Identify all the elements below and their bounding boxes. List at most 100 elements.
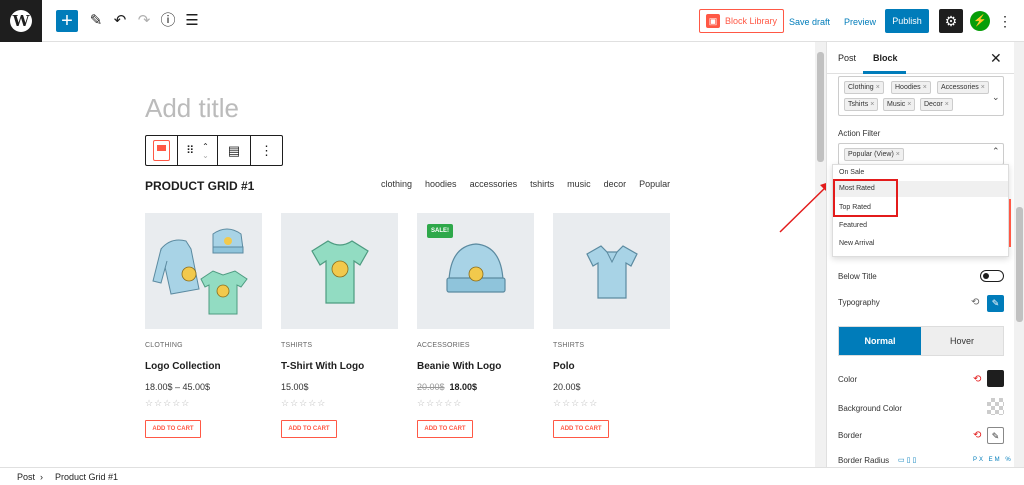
wordpress-logo-button[interactable]: W (0, 0, 42, 42)
state-tabs: Normal Hover (838, 326, 1004, 356)
rating-stars-icon: ☆☆☆☆☆ (553, 398, 599, 408)
remove-tag-icon[interactable]: × (876, 84, 880, 91)
pencil-icon[interactable]: ✎ (987, 427, 1004, 444)
reset-icon[interactable]: ⟲ (973, 374, 981, 385)
gear-icon[interactable]: ⚙ (939, 9, 963, 33)
tab-post[interactable]: Post (838, 53, 856, 63)
close-icon[interactable]: ✕ (990, 50, 1002, 67)
add-to-cart-button[interactable]: ADD TO CART (417, 420, 473, 438)
add-to-cart-button[interactable]: ADD TO CART (553, 420, 609, 438)
list-view-icon[interactable]: ☰ (183, 12, 201, 30)
product-name[interactable]: T-Shirt With Logo (281, 361, 364, 372)
dropdown-scrollbar[interactable] (1009, 199, 1011, 247)
remove-tag-icon[interactable]: × (923, 84, 927, 91)
reset-icon[interactable]: ⟲ (973, 430, 981, 441)
remove-tag-icon[interactable]: × (907, 101, 911, 108)
desktop-icon[interactable]: ▭ (898, 457, 907, 464)
unit-selector[interactable]: PX EM % (973, 457, 1013, 463)
block-options-button[interactable]: ⋮ (251, 136, 282, 165)
category-tag[interactable]: Music × (883, 98, 916, 111)
add-to-cart-button[interactable]: ADD TO CART (281, 420, 337, 438)
filter-popular[interactable]: Popular (639, 179, 670, 189)
option-on-sale[interactable]: On Sale (839, 169, 864, 176)
add-block-button[interactable]: + (56, 10, 78, 32)
tab-hover[interactable]: Hover (921, 327, 1003, 355)
color-swatch[interactable] (987, 370, 1004, 387)
option-new-arrival[interactable]: New Arrival (839, 240, 874, 247)
info-icon[interactable]: ⓘ (159, 12, 177, 30)
canvas-scrollbar[interactable] (815, 42, 826, 467)
category-tag[interactable]: Accessories × (937, 81, 989, 94)
product-name[interactable]: Polo (553, 361, 575, 372)
tab-block[interactable]: Block (873, 53, 898, 63)
redo-icon[interactable]: ↷ (135, 12, 153, 30)
tab-normal[interactable]: Normal (839, 327, 921, 355)
category-tag[interactable]: Decor × (920, 98, 953, 111)
product-image[interactable] (553, 213, 670, 329)
product-sale-price: 18.00$ (449, 382, 478, 392)
product-price-value: 15.00$ (281, 382, 309, 392)
sidebar-scrollbar-thumb[interactable] (1016, 207, 1023, 322)
breadcrumb: Post › Product Grid #1 (0, 467, 1024, 485)
remove-tag-icon[interactable]: × (945, 101, 949, 108)
product-image[interactable]: SALE! (417, 213, 534, 329)
wordpress-logo-icon: W (10, 10, 32, 32)
product-name[interactable]: Beanie With Logo (417, 361, 501, 372)
product-image[interactable] (145, 213, 262, 329)
move-controls: ⠿ ⌃ ⌄ (178, 136, 218, 165)
drag-handle-icon[interactable]: ⠿ (186, 144, 194, 157)
product-image[interactable] (281, 213, 398, 329)
category-tag[interactable]: Hoodies × (891, 81, 931, 94)
pencil-icon[interactable]: ✎ (87, 12, 105, 30)
action-filter-tag[interactable]: Popular (View) × (844, 148, 904, 161)
product-card: CLOTHING Logo Collection 18.00$ – 45.00$… (145, 213, 262, 438)
chevron-down-icon[interactable]: ⌄ (992, 92, 1000, 103)
publish-button[interactable]: Publish (885, 9, 929, 33)
category-select[interactable]: Clothing × Hoodies × Accessories × Tshirts ×… (838, 76, 1004, 116)
breadcrumb-post[interactable]: Post (17, 472, 35, 482)
category-tag-label: Clothing (848, 84, 874, 91)
undo-icon[interactable]: ↶ (111, 12, 129, 30)
filter-tshirts[interactable]: tshirts (530, 179, 554, 189)
jetpack-icon[interactable]: ⚡ (970, 11, 990, 31)
breadcrumb-separator-icon: › (40, 472, 43, 482)
top-toolbar: W + ✎ ↶ ↷ ⓘ ☰ ▣ Block Library Save draft… (0, 0, 1024, 42)
breadcrumb-block[interactable]: Product Grid #1 (55, 472, 118, 482)
remove-tag-icon[interactable]: × (981, 84, 985, 91)
product-name[interactable]: Logo Collection (145, 361, 221, 372)
category-tag[interactable]: Clothing × (844, 81, 884, 94)
block-type-button[interactable] (146, 136, 178, 165)
sale-badge: SALE! (427, 224, 453, 238)
chevron-up-icon[interactable]: ⌃ (202, 142, 209, 151)
filter-clothing[interactable]: clothing (381, 179, 412, 189)
save-draft-button[interactable]: Save draft (789, 17, 830, 27)
sidebar-scrollbar[interactable] (1014, 42, 1024, 467)
post-title-input[interactable]: Add title (145, 93, 239, 124)
preview-button[interactable]: Preview (844, 17, 876, 27)
product-price-value: 20.00$ (553, 382, 581, 392)
mobile-icon[interactable]: ▯ (912, 457, 918, 464)
pencil-icon[interactable]: ✎ (987, 295, 1004, 312)
add-to-cart-button[interactable]: ADD TO CART (145, 420, 201, 438)
reset-icon[interactable]: ⟲ (971, 297, 979, 308)
background-color-swatch[interactable] (987, 398, 1004, 415)
align-button[interactable]: ▤ (218, 136, 251, 165)
action-filter-select[interactable]: Popular (View) × ⌃ (838, 143, 1004, 165)
chevron-down-icon[interactable]: ⌄ (202, 151, 209, 160)
filter-hoodies[interactable]: hoodies (425, 179, 457, 189)
more-options-icon[interactable]: ⋮ (998, 11, 1012, 31)
filter-music[interactable]: music (567, 179, 591, 189)
block-toolbar: ⠿ ⌃ ⌄ ▤ ⋮ (145, 135, 283, 166)
block-library-button[interactable]: ▣ Block Library (699, 9, 784, 33)
canvas-scrollbar-thumb[interactable] (817, 52, 824, 162)
move-arrows: ⌃ ⌄ (202, 142, 209, 160)
remove-tag-icon[interactable]: × (870, 101, 874, 108)
filter-accessories[interactable]: accessories (470, 179, 518, 189)
category-tag[interactable]: Tshirts × (844, 98, 879, 111)
below-title-toggle[interactable] (980, 270, 1004, 282)
option-featured[interactable]: Featured (839, 222, 867, 229)
filter-decor[interactable]: decor (604, 179, 627, 189)
chevron-up-icon[interactable]: ⌃ (992, 146, 1000, 157)
category-filters: clothing hoodies accessories tshirts mus… (381, 179, 670, 189)
remove-tag-icon[interactable]: × (896, 151, 900, 158)
